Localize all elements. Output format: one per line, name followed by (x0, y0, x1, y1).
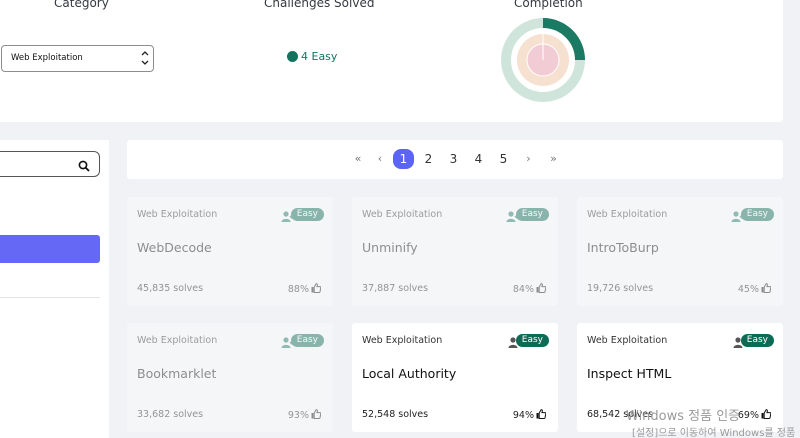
card-category: Web Exploitation (137, 335, 218, 346)
card-rating-value: 45% (737, 284, 759, 295)
thumbs-up-icon (536, 409, 547, 422)
search-icon[interactable] (78, 157, 90, 176)
card-rating-value: 93% (287, 410, 309, 421)
first-page-link[interactable]: « (349, 149, 367, 169)
solved-count: 4 Easy (301, 50, 338, 63)
card-solves: 52,548 solves (362, 409, 429, 420)
card-category: Web Exploitation (587, 335, 668, 346)
thumbs-up-icon (761, 283, 772, 296)
card-rating-value: 88% (287, 284, 309, 295)
search-input[interactable] (0, 151, 100, 177)
thumbs-up-icon (311, 283, 322, 296)
challenge-card[interactable]: Web Exploitation Easy Bookmarklet 33,682 so… (127, 323, 333, 432)
card-title[interactable]: IntroToBurp (587, 240, 659, 255)
difficulty-badge: Easy (290, 334, 324, 347)
thumbs-up-icon (761, 409, 772, 422)
card-category: Web Exploitation (362, 209, 443, 220)
difficulty-badge: Easy (515, 208, 549, 221)
thumbs-up-icon (311, 409, 322, 422)
card-title[interactable]: WebDecode (137, 240, 212, 255)
card-rating-value: 94% (512, 410, 534, 421)
challenges-solved-header: Challenges Solved (264, 0, 375, 10)
card-category: Web Exploitation (587, 209, 668, 220)
card-rating: 94% (512, 409, 547, 422)
difficulty-badge: Easy (740, 334, 774, 347)
card-rating-value: 84% (512, 284, 534, 295)
card-title[interactable]: Bookmarklet (137, 366, 216, 381)
card-title[interactable]: Inspect HTML (587, 366, 671, 381)
page-link-5[interactable]: 5 (493, 149, 514, 169)
card-category: Web Exploitation (362, 335, 443, 346)
card-rating: 45% (737, 283, 772, 296)
next-page-link[interactable]: › (518, 149, 539, 169)
card-rating: 84% (512, 283, 547, 296)
challenge-card[interactable]: Web Exploitation Easy IntroToBurp 19,726 so… (577, 197, 783, 306)
completion-donut (501, 18, 585, 102)
card-rating: 88% (287, 283, 322, 296)
activation-watermark-title: Windows 정품 인증 (626, 409, 741, 424)
difficulty-badge: Easy (740, 208, 774, 221)
category-filter-active[interactable] (0, 235, 100, 263)
card-rating: 69% (737, 409, 772, 422)
card-solves: 19,726 solves (587, 283, 654, 294)
card-rating-value: 69% (737, 410, 759, 421)
page-link-2[interactable]: 2 (418, 149, 439, 169)
solved-legend: 4 Easy (287, 50, 337, 63)
page-link-1[interactable]: 1 (393, 149, 414, 169)
card-solves: 33,682 solves (137, 409, 204, 420)
thumbs-up-icon (536, 283, 547, 296)
card-solves: 37,887 solves (362, 283, 429, 294)
category-select[interactable]: Web Exploitation (1, 45, 154, 72)
challenge-card[interactable]: Web Exploitation Easy Unminify 37,887 solve… (352, 197, 558, 306)
card-category: Web Exploitation (137, 209, 218, 220)
challenge-card[interactable]: Web Exploitation Easy Local Authority 52,54… (352, 323, 558, 432)
card-rating: 93% (287, 409, 322, 422)
page-link-4[interactable]: 4 (468, 149, 489, 169)
difficulty-badge: Easy (290, 208, 324, 221)
card-title[interactable]: Unminify (362, 240, 418, 255)
challenge-card[interactable]: Web Exploitation Easy WebDecode 45,835 solv… (127, 197, 333, 306)
difficulty-badge: Easy (515, 334, 549, 347)
prev-page-link[interactable]: ‹ (367, 149, 393, 169)
completion-header: Completion (514, 0, 583, 10)
category-filter-item[interactable] (0, 263, 100, 298)
last-page-link[interactable]: » (543, 149, 564, 169)
card-solves: 45,835 solves (137, 283, 204, 294)
stats-panel: Category Challenges Solved Completion We… (0, 0, 783, 122)
pagination: « ‹ 1 2 3 4 5 › » (349, 149, 564, 169)
easy-dot-icon (287, 51, 298, 62)
category-header: Category (54, 0, 109, 10)
chevron-updown-icon (141, 47, 149, 80)
activation-watermark-text: [설정]으로 이동하여 Windows를 정품 (632, 428, 796, 438)
card-title[interactable]: Local Authority (362, 366, 456, 381)
page-link-3[interactable]: 3 (443, 149, 464, 169)
category-select-value: Web Exploitation (11, 53, 83, 63)
